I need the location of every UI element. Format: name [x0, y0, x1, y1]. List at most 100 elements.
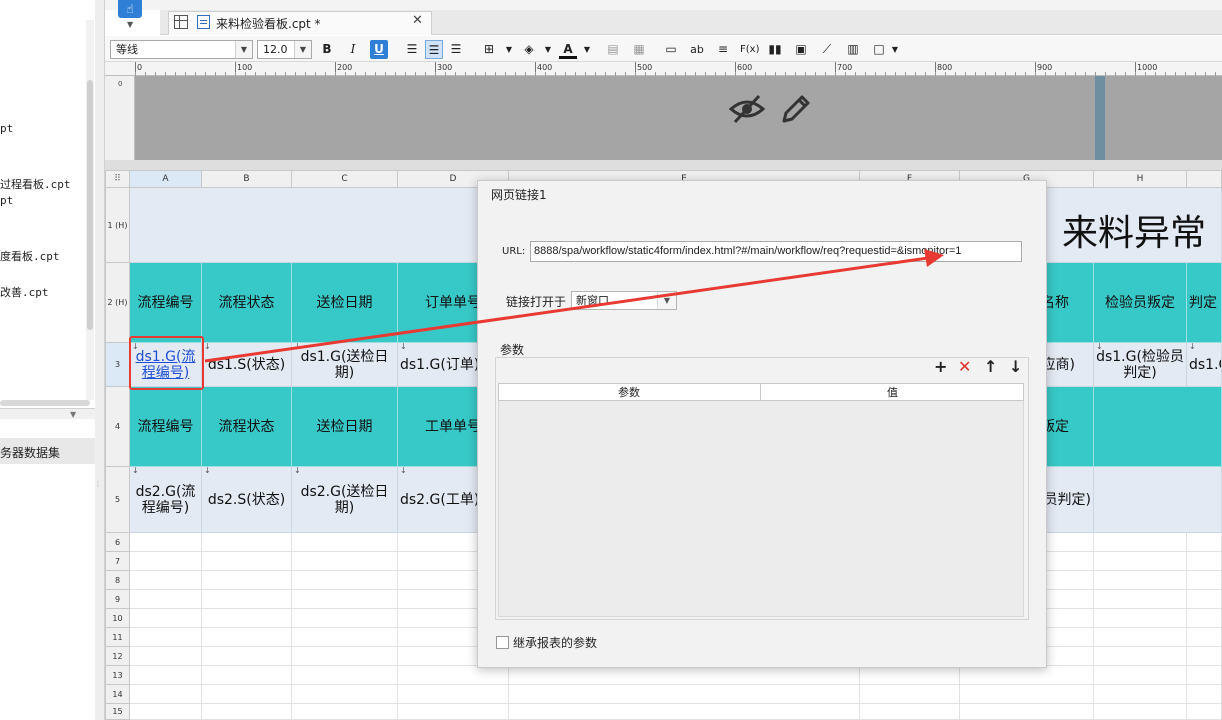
- empty-cell[interactable]: [1187, 647, 1222, 666]
- data-cell[interactable]: ↓ ds2.G(流程编号): [130, 467, 202, 533]
- empty-cell[interactable]: [292, 628, 398, 647]
- header-cell[interactable]: 流程状态: [202, 387, 292, 467]
- empty-cell[interactable]: [1187, 704, 1222, 720]
- data-cell[interactable]: ↓ ds1.G: [1187, 343, 1222, 387]
- file-item[interactable]: pt: [0, 122, 13, 135]
- splitter-grip-icon[interactable]: ⦙: [97, 480, 99, 490]
- row-header[interactable]: 15: [105, 704, 130, 720]
- empty-cell[interactable]: [202, 647, 292, 666]
- empty-cell[interactable]: [1187, 590, 1222, 609]
- empty-cell[interactable]: [1094, 704, 1187, 720]
- italic-button[interactable]: I: [344, 40, 362, 59]
- empty-cell[interactable]: [202, 571, 292, 590]
- font-color-button[interactable]: A: [559, 40, 577, 59]
- empty-cell[interactable]: [1187, 533, 1222, 552]
- empty-cell[interactable]: [1094, 666, 1187, 685]
- pencil-icon[interactable]: [780, 93, 812, 125]
- file-item[interactable]: 改善.cpt: [0, 284, 49, 300]
- data-cell[interactable]: ↓ ds1.S(状态): [202, 343, 292, 387]
- chevron-down-icon[interactable]: ▼: [235, 41, 252, 58]
- hand-pointer-icon[interactable]: ☝: [118, 0, 142, 18]
- align-center-button[interactable]: ☰: [425, 40, 443, 59]
- empty-cell[interactable]: [202, 704, 292, 720]
- empty-cell[interactable]: [960, 704, 1094, 720]
- header-cell[interactable]: 流程编号: [130, 263, 202, 343]
- column-header-param[interactable]: 参数: [498, 384, 761, 400]
- chevron-down-icon[interactable]: ▼: [500, 40, 518, 59]
- empty-cell[interactable]: [130, 609, 202, 628]
- paragraph-button[interactable]: ≡: [714, 40, 732, 59]
- empty-cell[interactable]: [1094, 590, 1187, 609]
- empty-cell[interactable]: [1187, 628, 1222, 647]
- empty-cell[interactable]: [398, 685, 509, 704]
- params-table-body[interactable]: [498, 401, 1024, 617]
- open-in-select[interactable]: 新窗口 ▼: [571, 291, 677, 310]
- empty-cell[interactable]: [292, 552, 398, 571]
- left-panel-divider[interactable]: [0, 408, 95, 419]
- eye-hidden-icon[interactable]: [729, 94, 765, 124]
- font-size-select[interactable]: 12.0 ▼: [257, 40, 312, 59]
- move-up-button[interactable]: ↑: [984, 357, 997, 377]
- empty-cell[interactable]: [292, 609, 398, 628]
- empty-cell[interactable]: [1094, 685, 1187, 704]
- empty-cell[interactable]: [202, 552, 292, 571]
- chevron-down-icon[interactable]: ▼: [127, 20, 133, 29]
- formula-button[interactable]: F(x): [740, 40, 759, 59]
- empty-cell[interactable]: [1094, 552, 1187, 571]
- empty-cell[interactable]: [202, 666, 292, 685]
- empty-cell[interactable]: [130, 685, 202, 704]
- empty-cell[interactable]: [1187, 685, 1222, 704]
- row-header[interactable]: 1 (H): [105, 188, 130, 263]
- empty-cell[interactable]: [398, 666, 509, 685]
- align-left-button[interactable]: ☰: [403, 40, 421, 59]
- column-header[interactable]: H: [1094, 170, 1187, 188]
- select-all-corner[interactable]: ⠿: [105, 170, 130, 188]
- empty-cell[interactable]: [202, 533, 292, 552]
- fill-color-button[interactable]: ◈: [520, 40, 538, 59]
- row-header[interactable]: 2 (H): [105, 263, 130, 343]
- data-cell[interactable]: [1094, 467, 1222, 533]
- align-right-button[interactable]: ☰: [447, 40, 465, 59]
- row-header[interactable]: 10: [105, 609, 130, 628]
- empty-cell[interactable]: [292, 704, 398, 720]
- empty-cell[interactable]: [1094, 571, 1187, 590]
- empty-cell[interactable]: [202, 628, 292, 647]
- empty-cell[interactable]: [130, 628, 202, 647]
- column-header[interactable]: [1187, 170, 1222, 188]
- text-button[interactable]: ab: [688, 40, 706, 59]
- empty-cell[interactable]: [860, 704, 960, 720]
- data-cell[interactable]: ↓ ds2.G(送检日期): [292, 467, 398, 533]
- header-cell[interactable]: 流程编号: [130, 387, 202, 467]
- header-cell[interactable]: 判定: [1187, 263, 1222, 343]
- grid-icon[interactable]: [174, 15, 188, 29]
- chevron-down-icon[interactable]: ▼: [539, 40, 557, 59]
- empty-cell[interactable]: [292, 590, 398, 609]
- empty-cell[interactable]: [398, 704, 509, 720]
- empty-cell[interactable]: [202, 685, 292, 704]
- chevron-down-icon[interactable]: ▼: [578, 40, 596, 59]
- url-input[interactable]: 8888/spa/workflow/static4form/index.html…: [530, 241, 1022, 262]
- column-header[interactable]: B: [202, 170, 292, 188]
- empty-cell[interactable]: [202, 609, 292, 628]
- row-header[interactable]: 5: [105, 467, 130, 533]
- empty-cell[interactable]: [1187, 666, 1222, 685]
- empty-cell[interactable]: [130, 571, 202, 590]
- bold-button[interactable]: B: [318, 40, 336, 59]
- delete-param-button[interactable]: ✕: [958, 357, 971, 377]
- file-item[interactable]: pt: [0, 194, 13, 207]
- panel-splitter[interactable]: [95, 0, 105, 720]
- empty-cell[interactable]: [1094, 647, 1187, 666]
- data-cell[interactable]: ↓ ds1.G(检验员判定): [1094, 343, 1187, 387]
- empty-cell[interactable]: [130, 647, 202, 666]
- move-down-button[interactable]: ↓: [1009, 357, 1022, 377]
- empty-cell[interactable]: [509, 704, 860, 720]
- collapse-arrow-icon[interactable]: ▼: [70, 410, 76, 419]
- empty-cell[interactable]: [509, 685, 860, 704]
- left-horizontal-scrollbar[interactable]: [0, 400, 90, 406]
- header-cell[interactable]: [1094, 387, 1222, 467]
- empty-cell[interactable]: [1187, 609, 1222, 628]
- row-header[interactable]: 9: [105, 590, 130, 609]
- header-cell[interactable]: 流程状态: [202, 263, 292, 343]
- empty-cell[interactable]: [130, 552, 202, 571]
- chevron-down-icon[interactable]: ▼: [294, 41, 311, 58]
